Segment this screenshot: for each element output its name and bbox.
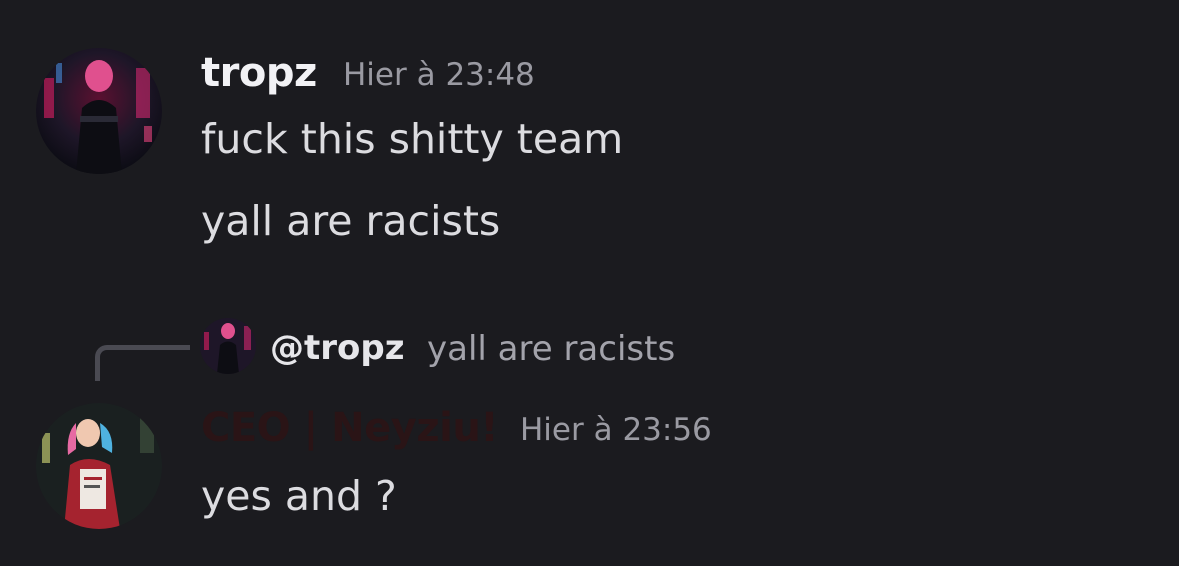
avatar[interactable] bbox=[36, 403, 162, 529]
reply-preview-text[interactable]: yall are racists bbox=[427, 329, 675, 369]
message-text: fuck this shitty team bbox=[201, 115, 624, 163]
message-author[interactable]: tropz bbox=[201, 50, 317, 96]
reply-avatar[interactable] bbox=[200, 318, 256, 374]
reply-connector bbox=[95, 345, 190, 381]
message-author[interactable]: CEO | Neyziu! bbox=[201, 405, 499, 451]
chat-log: tropz Hier à 23:48 fuck this shitty team… bbox=[0, 0, 1179, 566]
avatar[interactable] bbox=[36, 48, 162, 174]
message-timestamp: Hier à 23:56 bbox=[520, 412, 712, 448]
reply-mention[interactable]: @tropz bbox=[270, 328, 405, 368]
message-text: yes and ? bbox=[201, 472, 397, 520]
message-timestamp: Hier à 23:48 bbox=[343, 57, 535, 93]
message-text: yall are racists bbox=[201, 197, 501, 245]
